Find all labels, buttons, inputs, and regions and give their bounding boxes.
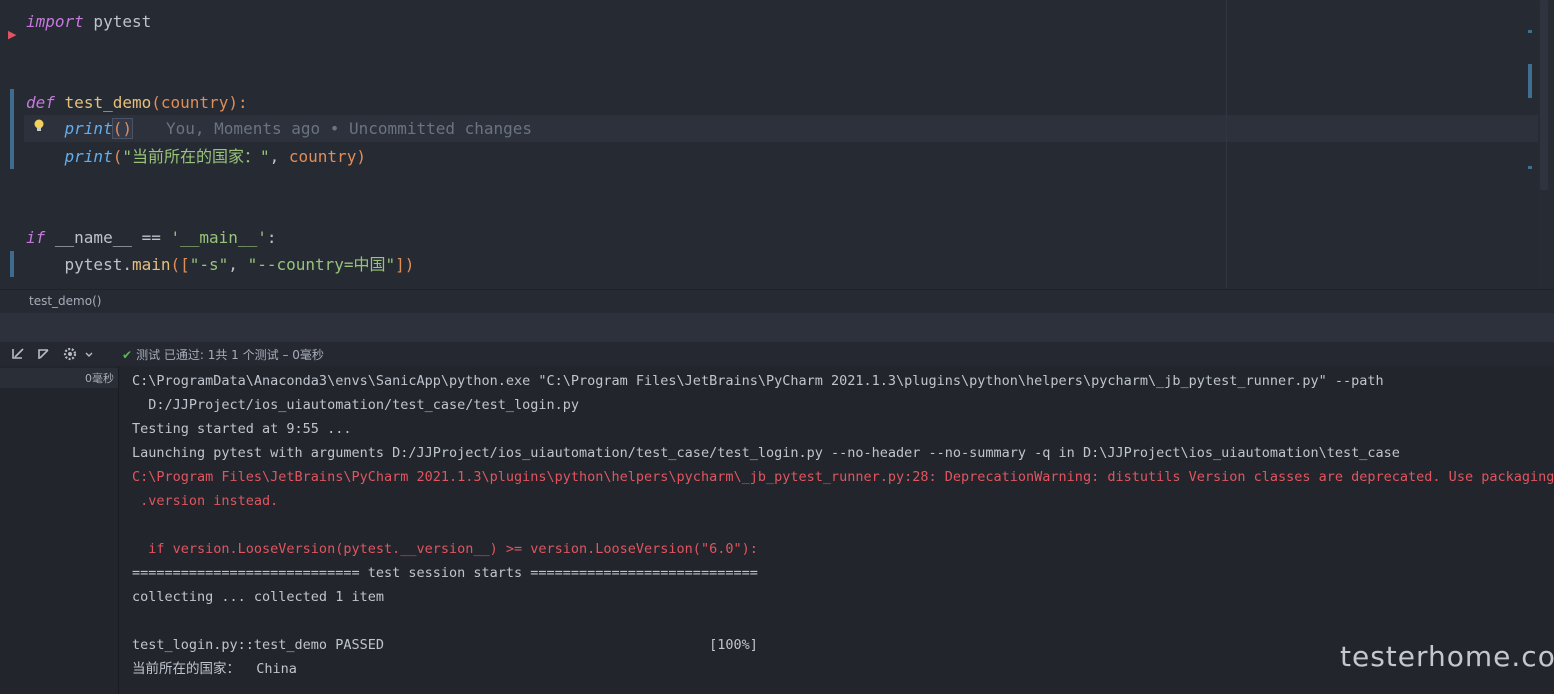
panel-splitter[interactable] bbox=[0, 313, 1554, 342]
gear-icon[interactable] bbox=[62, 346, 78, 362]
watermark: testerhome.com bbox=[1340, 640, 1554, 673]
code-token: , bbox=[228, 255, 248, 274]
code-token: def bbox=[26, 93, 55, 112]
console-line: 当前所在的国家： China bbox=[132, 661, 297, 677]
scroll-change-marker bbox=[1528, 166, 1532, 169]
expand-all-icon[interactable] bbox=[36, 346, 52, 362]
code-token: test_demo bbox=[64, 93, 152, 112]
code-token: : bbox=[266, 228, 277, 247]
check-icon: ✔ bbox=[122, 348, 133, 362]
editor-scroll-thumb[interactable] bbox=[1540, 0, 1548, 190]
code-token: "当前所在的国家：" bbox=[122, 147, 270, 166]
console-line: Testing started at 9:55 ... bbox=[132, 421, 352, 437]
console-line: collecting ... collected 1 item bbox=[132, 589, 384, 605]
code-line[interactable]: def test_demo(country): bbox=[26, 89, 248, 116]
code-line[interactable]: pytest.main(["-s", "--country=中国"]) bbox=[26, 251, 415, 278]
code-token: , bbox=[269, 147, 289, 166]
test-tree[interactable] bbox=[0, 366, 119, 694]
code-token: ([ bbox=[170, 255, 190, 274]
code-token: ( bbox=[151, 93, 161, 112]
code-line[interactable]: print() bbox=[26, 115, 133, 142]
code-token: ( bbox=[112, 147, 123, 166]
code-token: "-s" bbox=[189, 255, 229, 274]
code-token: pytest bbox=[83, 12, 152, 31]
console-line: C:\Program Files\JetBrains\PyCharm 2021.… bbox=[132, 469, 1554, 485]
console-line: D:/JJProject/ios_uiautomation/test_case/… bbox=[132, 397, 580, 413]
code-line[interactable]: import pytest bbox=[26, 8, 151, 35]
code-token: ) bbox=[356, 147, 366, 166]
test-status-text: 测试 已通过: 1共 1 个测试 – 0毫秒 bbox=[136, 348, 324, 362]
code-line[interactable]: if __name__ == '__main__': bbox=[26, 224, 276, 251]
code-token: "--country=中国" bbox=[247, 255, 396, 274]
breadcrumb[interactable]: test_demo() bbox=[29, 294, 101, 308]
code-token: import bbox=[26, 12, 84, 31]
console-line: test_login.py::test_demo PASSED [100%] bbox=[132, 637, 758, 653]
code-line[interactable]: print("当前所在的国家：", country) bbox=[26, 143, 366, 170]
right-margin-guide bbox=[1226, 0, 1227, 289]
breadcrumb-bar: test_demo() bbox=[0, 289, 1554, 314]
code-token: pytest. bbox=[26, 255, 132, 274]
code-token: print bbox=[64, 147, 113, 166]
console-line: C:\ProgramData\Anaconda3\envs\SanicApp\p… bbox=[132, 373, 1384, 389]
code-token: '__main__' bbox=[170, 228, 267, 247]
code-token: if bbox=[26, 228, 46, 247]
scroll-change-marker bbox=[1528, 30, 1532, 33]
collapse-all-icon[interactable] bbox=[10, 346, 26, 362]
test-status: ✔ 测试 已通过: 1共 1 个测试 – 0毫秒 bbox=[122, 346, 324, 363]
code-token: ): bbox=[228, 93, 248, 112]
test-duration: 0毫秒 bbox=[85, 372, 114, 385]
chevron-down-icon[interactable] bbox=[84, 346, 94, 362]
vcs-change-marker[interactable] bbox=[10, 251, 14, 277]
code-token: country bbox=[160, 93, 229, 112]
code-token: main bbox=[131, 255, 171, 274]
code-token: () bbox=[111, 118, 133, 139]
code-token: country bbox=[288, 147, 357, 166]
run-gutter-icon[interactable]: ▶ bbox=[8, 28, 16, 41]
code-token: ]) bbox=[395, 255, 415, 274]
scroll-change-marker bbox=[1528, 64, 1532, 98]
code-token: print bbox=[64, 119, 113, 138]
console-line: ============================ test sessio… bbox=[132, 565, 758, 581]
console-line: .version instead. bbox=[132, 493, 279, 509]
vcs-change-marker[interactable] bbox=[10, 89, 14, 169]
git-blame-annotation: You, Moments ago • Uncommitted changes bbox=[166, 119, 533, 138]
console-line: if version.LooseVersion(pytest.__version… bbox=[132, 541, 758, 557]
console-line: Launching pytest with arguments D:/JJPro… bbox=[132, 445, 1400, 461]
code-token: __name__ == bbox=[45, 228, 171, 247]
